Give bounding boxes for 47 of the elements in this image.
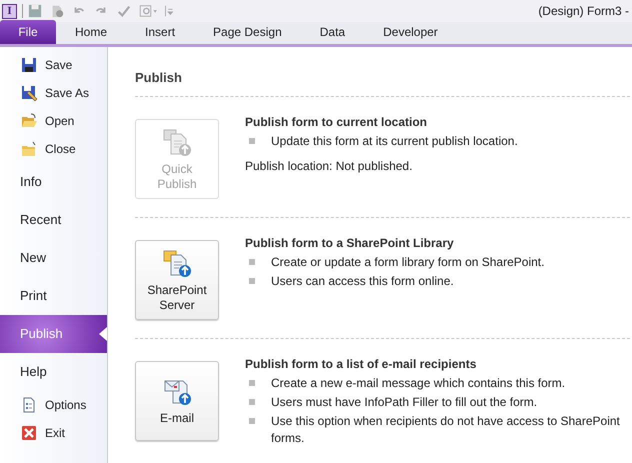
- close-icon: [21, 425, 37, 441]
- bullet-icon: [249, 418, 255, 424]
- ribbon-tab[interactable]: Developer: [364, 20, 457, 44]
- section-title: Publish form to current location: [245, 114, 428, 130]
- bullet-icon: [249, 138, 255, 144]
- document-icon: [21, 397, 37, 413]
- bullet-text: Users must have InfoPath Filler to fill out the form.: [271, 394, 538, 410]
- section-title: Publish form to a SharePoint Library: [245, 234, 455, 252]
- folder-icon: [21, 141, 37, 157]
- menu-item[interactable]: Exit: [0, 419, 107, 447]
- menu-item[interactable]: Close: [0, 135, 107, 163]
- check-icon[interactable]: [116, 4, 132, 18]
- app-logo-icon: I: [2, 4, 17, 18]
- ribbon-tab[interactable]: Home: [56, 20, 126, 44]
- bullet-icon: [249, 380, 255, 386]
- menu-tab[interactable]: Recent: [0, 201, 107, 239]
- ribbon-tab[interactable]: Page Design: [194, 20, 301, 44]
- menu-item[interactable]: Save As: [0, 79, 107, 107]
- menu-tab[interactable]: New: [0, 239, 107, 277]
- ribbon-tab[interactable]: Insert: [126, 20, 194, 44]
- menu-item[interactable]: Open: [0, 107, 107, 135]
- menu-item[interactable]: Save: [0, 51, 107, 79]
- menu-item[interactable]: Options: [0, 391, 107, 419]
- bullet-text: Create or update a form library form on SharePoint.: [271, 254, 544, 270]
- publish-button[interactable]: E-mail: [135, 360, 219, 440]
- customize-toolbar-icon[interactable]: [164, 4, 174, 18]
- ribbon-tab[interactable]: Data: [300, 20, 364, 44]
- bullet-text: Create a new e-mail message which contains this form.: [271, 374, 566, 392]
- page-heading: Publish: [135, 68, 630, 96]
- bullet-text: Update this form at its current publish location.: [271, 132, 518, 150]
- bullet-icon: [249, 258, 255, 264]
- menu-tab[interactable]: Info: [0, 163, 107, 201]
- open-folder-icon: [21, 113, 37, 129]
- section-title: Publish form to a list of e-mail recipients: [245, 356, 478, 372]
- menu-tab[interactable]: Print: [0, 277, 107, 315]
- bullet-text: Users can access this form online.: [271, 272, 454, 290]
- bullet-icon: [249, 278, 255, 284]
- bullet-icon: [249, 398, 255, 404]
- save-icon[interactable]: [28, 4, 42, 18]
- window-title: (Design) Form3 -: [538, 3, 629, 20]
- publish-button[interactable]: SharePoint Server: [135, 240, 219, 320]
- ribbon-tab[interactable]: File: [0, 20, 56, 44]
- menu-tab[interactable]: Publish: [0, 315, 107, 353]
- floppy-pencil-icon: [21, 85, 37, 101]
- publish-location-text: Publish location: Not published.: [245, 158, 414, 174]
- bullet-text: Use this option when recipients do not have access to SharePoint forms.: [271, 412, 621, 446]
- menu-tab[interactable]: Help: [0, 353, 107, 391]
